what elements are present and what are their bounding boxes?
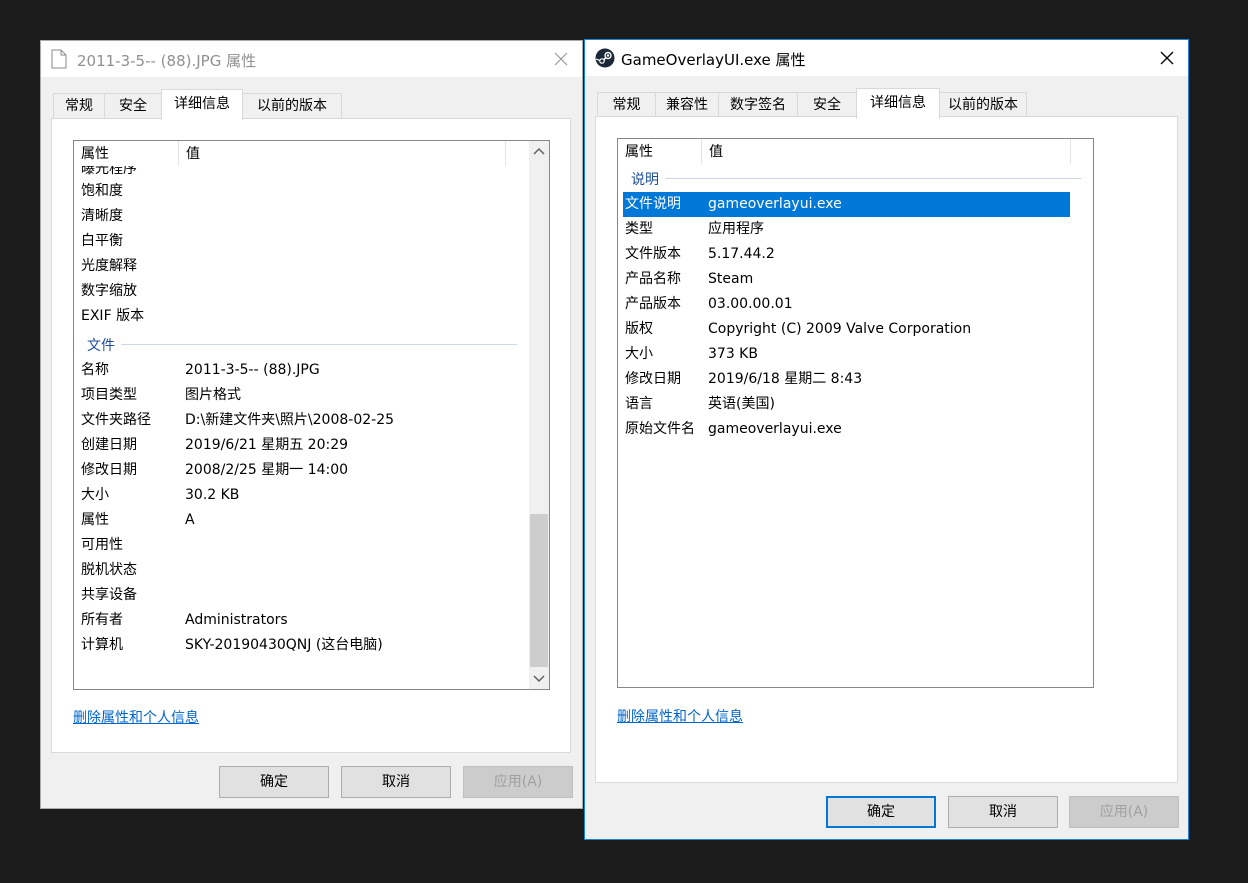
- file-icon: [51, 49, 71, 69]
- vertical-scrollbar[interactable]: [529, 141, 549, 689]
- title-bar[interactable]: 2011-3-5-- (88).JPG 属性: [41, 41, 582, 77]
- window-title: GameOverlayUI.exe 属性: [621, 51, 806, 69]
- chevron-down-icon: [533, 675, 545, 683]
- tab-security[interactable]: 安全: [797, 92, 857, 118]
- tab-details[interactable]: 详细信息: [161, 89, 243, 120]
- header-value[interactable]: 值: [179, 141, 506, 166]
- tab-general[interactable]: 常规: [597, 92, 656, 118]
- property-list[interactable]: 属性 值 曝光程序 饱和度 清晰度 白平衡 光度解释 数字缩放 EXIF 版本 …: [73, 140, 550, 690]
- list-header: 属性 值: [74, 141, 549, 166]
- tab-general[interactable]: 常规: [53, 93, 105, 119]
- tab-digital-signatures[interactable]: 数字签名: [718, 92, 798, 118]
- steam-icon: [595, 48, 615, 68]
- cancel-button[interactable]: 取消: [948, 796, 1058, 828]
- details-panel: 属性 值 说明 文件说明 gameoverlayui.exe 类型 应用程序 文件版…: [595, 116, 1178, 783]
- group-header-file[interactable]: 文件: [74, 332, 529, 357]
- close-button[interactable]: [1152, 44, 1182, 72]
- ok-button[interactable]: 确定: [826, 796, 936, 828]
- tab-previous-versions[interactable]: 以前的版本: [939, 92, 1027, 118]
- properties-window-exe: GameOverlayUI.exe 属性 常规 兼容性 数字签名 安全 详细信息…: [584, 39, 1189, 840]
- apply-button[interactable]: 应用(A): [1069, 796, 1179, 828]
- tab-previous-versions[interactable]: 以前的版本: [242, 93, 342, 119]
- cancel-button[interactable]: 取消: [341, 766, 451, 798]
- header-property[interactable]: 属性: [74, 141, 179, 166]
- tab-details[interactable]: 详细信息: [856, 88, 940, 119]
- close-icon: [554, 52, 568, 66]
- group-header-description[interactable]: 说明: [618, 166, 1093, 191]
- details-panel: 属性 值 曝光程序 饱和度 清晰度 白平衡 光度解释 数字缩放 EXIF 版本 …: [51, 118, 571, 753]
- scroll-thumb[interactable]: [530, 514, 548, 667]
- list-rows: 说明 文件说明 gameoverlayui.exe 类型 应用程序 文件版本 5.17…: [618, 139, 1093, 687]
- remove-properties-link[interactable]: 删除属性和个人信息: [617, 706, 743, 726]
- close-button[interactable]: [546, 45, 576, 73]
- property-list[interactable]: 属性 值 说明 文件说明 gameoverlayui.exe 类型 应用程序 文件版…: [617, 138, 1094, 688]
- remove-properties-link[interactable]: 删除属性和个人信息: [73, 707, 199, 727]
- tab-security[interactable]: 安全: [104, 93, 162, 119]
- close-icon: [1160, 51, 1174, 65]
- chevron-up-icon: [533, 147, 545, 155]
- list-item-selected[interactable]: 文件说明 gameoverlayui.exe: [623, 192, 1070, 217]
- header-property[interactable]: 属性: [618, 139, 702, 164]
- window-title: 2011-3-5-- (88).JPG 属性: [77, 52, 257, 70]
- scroll-down-button[interactable]: [529, 668, 549, 688]
- properties-window-jpg: 2011-3-5-- (88).JPG 属性 常规 安全 详细信息 以前的版本 …: [40, 40, 583, 809]
- title-bar[interactable]: GameOverlayUI.exe 属性: [585, 40, 1188, 76]
- tab-compatibility[interactable]: 兼容性: [655, 92, 719, 118]
- list-header: 属性 值: [618, 139, 1093, 164]
- scroll-up-button[interactable]: [529, 142, 549, 162]
- ok-button[interactable]: 确定: [219, 766, 329, 798]
- apply-button[interactable]: 应用(A): [463, 766, 573, 798]
- list-rows: 曝光程序 饱和度 清晰度 白平衡 光度解释 数字缩放 EXIF 版本 文件 名称…: [74, 141, 549, 689]
- header-value[interactable]: 值: [702, 139, 1071, 164]
